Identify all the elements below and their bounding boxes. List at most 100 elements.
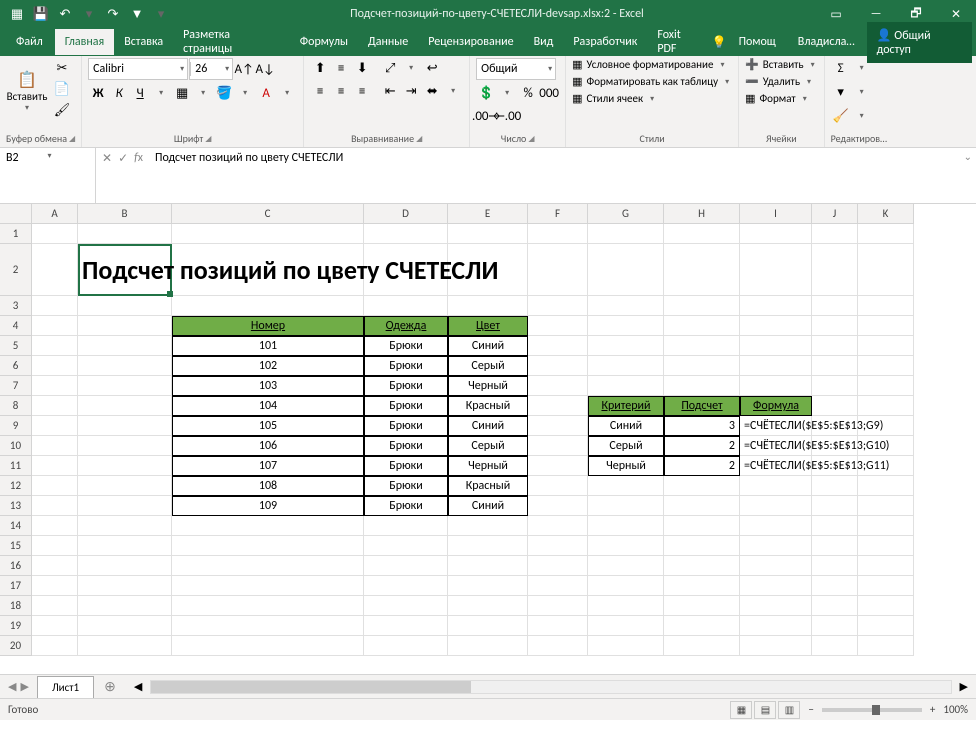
font-dialog-launcher[interactable]: ◢ bbox=[205, 134, 211, 144]
number-dialog-launcher[interactable]: ◢ bbox=[528, 134, 534, 144]
delete-cells-button[interactable]: ➖Удалить▾ bbox=[745, 75, 814, 88]
enter-formula-icon[interactable]: ✓ bbox=[118, 151, 128, 166]
format-painter-icon[interactable]: 🖌 bbox=[52, 100, 72, 120]
cancel-formula-icon[interactable]: ✕ bbox=[102, 151, 112, 166]
align-top-icon[interactable]: ⬆ bbox=[310, 58, 330, 78]
row-header-11[interactable]: 11 bbox=[0, 456, 32, 476]
hscroll-left-icon[interactable]: ◀ bbox=[134, 680, 142, 693]
column-header-I[interactable]: I bbox=[740, 204, 812, 224]
currency-icon[interactable]: 💲 bbox=[476, 83, 496, 103]
border-button[interactable]: ▦ bbox=[172, 83, 192, 103]
name-box[interactable]: B2▾ bbox=[0, 148, 96, 203]
font-color-button[interactable]: A bbox=[256, 83, 276, 103]
zoom-in-icon[interactable]: + bbox=[930, 703, 935, 716]
tab-home[interactable]: Главная bbox=[55, 29, 114, 55]
font-size-select[interactable]: 26▾ bbox=[189, 58, 233, 80]
number-format-select[interactable]: Общий▾ bbox=[476, 58, 556, 80]
increase-indent-icon[interactable]: ⇥ bbox=[401, 81, 421, 101]
save-icon[interactable]: 💾 bbox=[30, 3, 52, 25]
row-header-4[interactable]: 4 bbox=[0, 316, 32, 336]
column-header-G[interactable]: G bbox=[588, 204, 664, 224]
worksheet-grid[interactable]: ABCDEFGHIJK 1234567891011121314151617181… bbox=[0, 204, 976, 674]
new-sheet-button[interactable]: ⊕ bbox=[94, 678, 126, 695]
row-header-15[interactable]: 15 bbox=[0, 536, 32, 556]
row-header-12[interactable]: 12 bbox=[0, 476, 32, 496]
increase-font-icon[interactable]: A↑ bbox=[234, 59, 254, 79]
user-name[interactable]: Владисла… bbox=[788, 29, 865, 55]
conditional-formatting-button[interactable]: ▦Условное форматирование▾ bbox=[572, 58, 727, 71]
fx-icon[interactable]: fx bbox=[134, 151, 143, 165]
clipboard-dialog-launcher[interactable]: ◢ bbox=[69, 134, 75, 144]
row-header-17[interactable]: 17 bbox=[0, 576, 32, 596]
column-header-A[interactable]: A bbox=[32, 204, 78, 224]
tab-insert[interactable]: Вставка bbox=[114, 29, 173, 55]
normal-view-icon[interactable]: ▦ bbox=[730, 701, 752, 719]
column-header-H[interactable]: H bbox=[664, 204, 740, 224]
hscroll-right-icon[interactable]: ▶ bbox=[960, 680, 968, 693]
expand-formula-bar-icon[interactable]: ⌄ bbox=[964, 150, 972, 163]
row-header-13[interactable]: 13 bbox=[0, 496, 32, 516]
cell-styles-button[interactable]: ▦Стили ячеек▾ bbox=[572, 92, 657, 105]
sheet-tab-1[interactable]: Лист1 bbox=[37, 676, 94, 698]
decrease-indent-icon[interactable]: ⇤ bbox=[380, 81, 400, 101]
column-header-D[interactable]: D bbox=[364, 204, 448, 224]
column-header-C[interactable]: C bbox=[172, 204, 364, 224]
row-header-2[interactable]: 2 bbox=[0, 244, 32, 296]
page-layout-view-icon[interactable]: ▤ bbox=[754, 701, 776, 719]
tab-data[interactable]: Данные bbox=[358, 29, 418, 55]
row-header-10[interactable]: 10 bbox=[0, 436, 32, 456]
row-header-20[interactable]: 20 bbox=[0, 636, 32, 656]
align-right-icon[interactable]: ≡ bbox=[352, 81, 372, 101]
align-center-icon[interactable]: ≡ bbox=[331, 81, 351, 101]
italic-button[interactable]: К bbox=[109, 83, 129, 103]
align-middle-icon[interactable]: ≡ bbox=[331, 58, 351, 78]
align-left-icon[interactable]: ≡ bbox=[310, 81, 330, 101]
copy-icon[interactable]: 📄 bbox=[52, 79, 72, 99]
row-header-8[interactable]: 8 bbox=[0, 396, 32, 416]
row-header-19[interactable]: 19 bbox=[0, 616, 32, 636]
zoom-out-icon[interactable]: − bbox=[808, 703, 813, 716]
formula-input[interactable]: Подсчет позиций по цвету СЧЕТЕСЛИ ⌄ bbox=[149, 148, 976, 203]
fill-color-button[interactable]: 🪣 bbox=[214, 83, 234, 103]
row-header-5[interactable]: 5 bbox=[0, 336, 32, 356]
tab-review[interactable]: Рецензирование bbox=[418, 29, 523, 55]
tell-me-icon[interactable]: 💡 bbox=[712, 35, 727, 50]
autosum-icon[interactable]: Σ bbox=[831, 58, 851, 78]
undo-icon[interactable]: ↶ bbox=[54, 3, 76, 25]
decrease-font-icon[interactable]: A↓ bbox=[255, 59, 275, 79]
row-header-16[interactable]: 16 bbox=[0, 556, 32, 576]
row-header-9[interactable]: 9 bbox=[0, 416, 32, 436]
alignment-dialog-launcher[interactable]: ◢ bbox=[416, 134, 422, 144]
row-header-6[interactable]: 6 bbox=[0, 356, 32, 376]
zoom-level[interactable]: 100% bbox=[943, 703, 968, 716]
wrap-text-icon[interactable]: ↩ bbox=[422, 58, 442, 78]
comma-icon[interactable]: 000 bbox=[539, 83, 559, 103]
select-all-corner[interactable] bbox=[0, 204, 32, 224]
next-sheet-icon[interactable]: ▶ bbox=[20, 680, 28, 693]
filter-icon[interactable]: ▼ bbox=[126, 3, 148, 25]
column-header-K[interactable]: K bbox=[858, 204, 914, 224]
font-name-select[interactable]: Calibri▾ bbox=[88, 58, 188, 80]
zoom-slider[interactable] bbox=[822, 708, 922, 712]
column-header-J[interactable]: J bbox=[812, 204, 858, 224]
clear-icon[interactable]: 🧹 bbox=[831, 106, 851, 126]
column-header-E[interactable]: E bbox=[448, 204, 528, 224]
qat-customize-dropdown[interactable]: ▾ bbox=[150, 3, 172, 25]
percent-icon[interactable]: % bbox=[518, 83, 538, 103]
column-header-B[interactable]: B bbox=[78, 204, 172, 224]
column-header-F[interactable]: F bbox=[528, 204, 588, 224]
format-cells-button[interactable]: ▦Формат▾ bbox=[745, 92, 810, 105]
redo-icon[interactable]: ↷ bbox=[102, 3, 124, 25]
decrease-decimal-icon[interactable]: ←.00 bbox=[497, 106, 517, 126]
undo-dropdown[interactable]: ▾ bbox=[78, 3, 100, 25]
page-break-view-icon[interactable]: ▥ bbox=[778, 701, 800, 719]
tell-me[interactable]: Помощ bbox=[729, 29, 786, 55]
row-header-1[interactable]: 1 bbox=[0, 224, 32, 244]
prev-sheet-icon[interactable]: ◀ bbox=[8, 680, 16, 693]
horizontal-scrollbar[interactable] bbox=[150, 680, 951, 694]
align-bottom-icon[interactable]: ⬇ bbox=[352, 58, 372, 78]
cut-icon[interactable]: ✂ bbox=[52, 58, 72, 78]
row-header-18[interactable]: 18 bbox=[0, 596, 32, 616]
row-header-3[interactable]: 3 bbox=[0, 296, 32, 316]
tab-formulas[interactable]: Формулы bbox=[290, 29, 358, 55]
